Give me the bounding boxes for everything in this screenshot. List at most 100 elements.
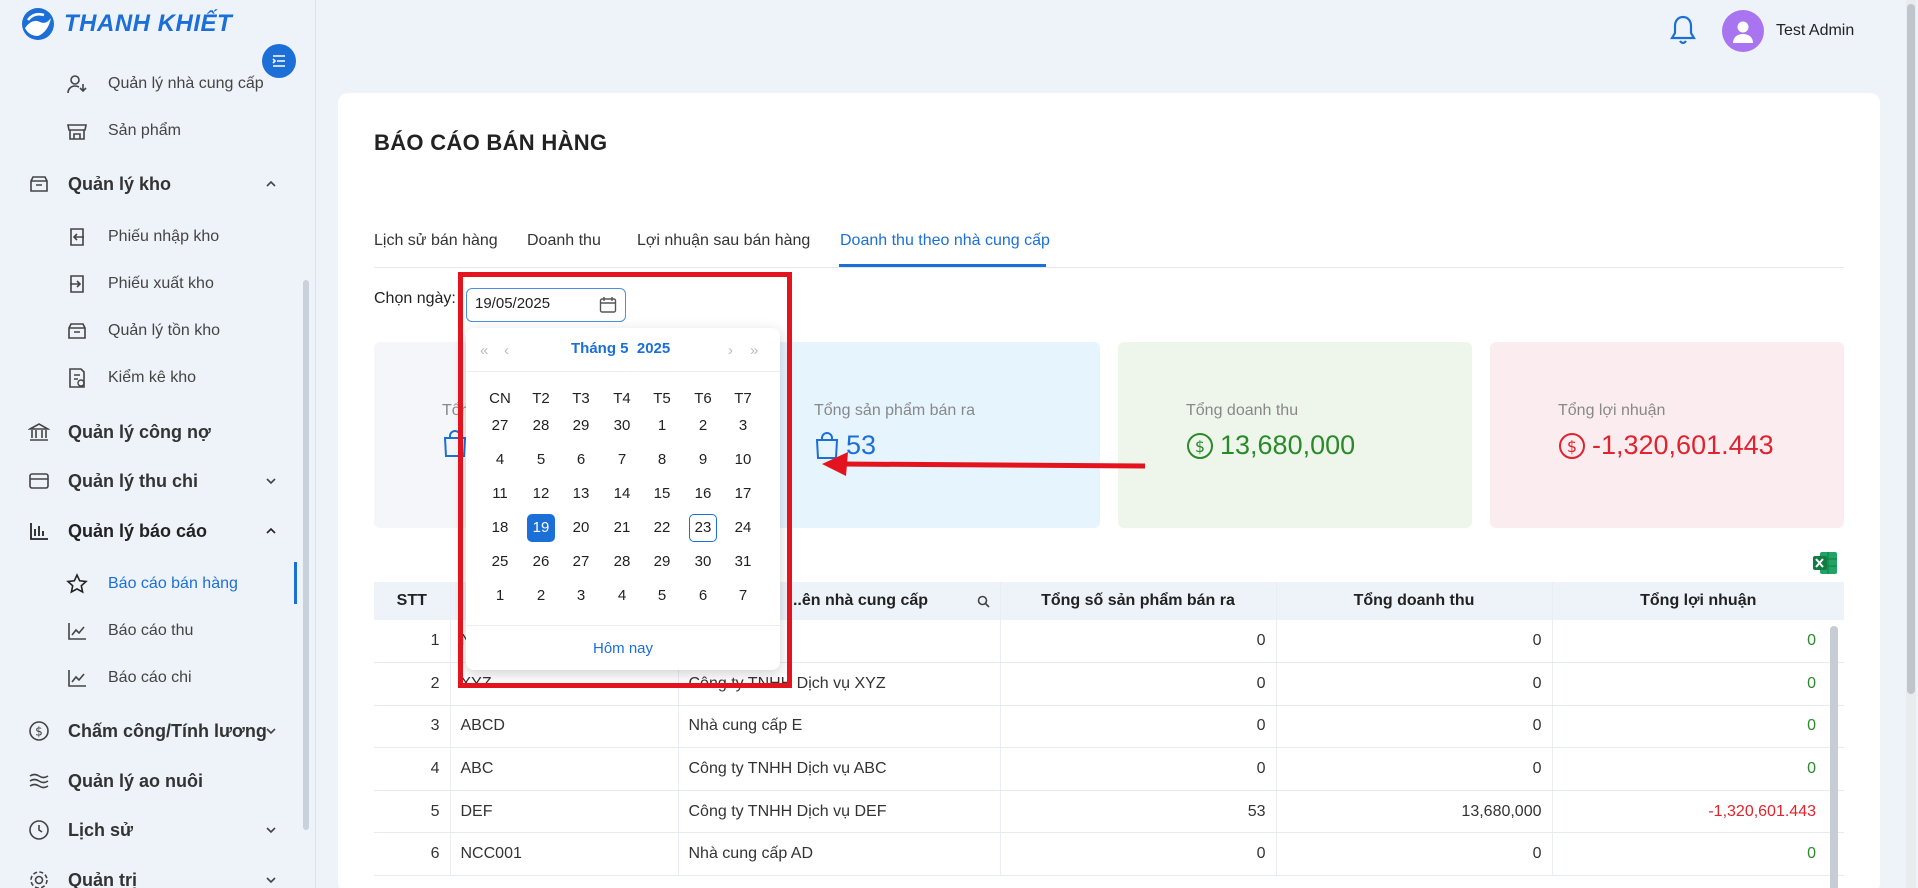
sidebar-item-debt[interactable]: Quản lý công nợ (0, 412, 296, 452)
user-icon (1733, 21, 1753, 43)
excel-export-icon[interactable] (1812, 551, 1838, 575)
cell-supplier-name: Công ty TNHH Dịch vụ ABC (677, 747, 1000, 791)
table-row[interactable]: 5 DEF Công ty TNHH Dịch vụ DEF 53 13,680… (374, 790, 1844, 834)
cell-revenue: 0 (1275, 620, 1552, 664)
col-header-profit: Tổng lợi nhuận (1551, 582, 1844, 620)
user-avatar[interactable] (1722, 10, 1764, 52)
stat-card-total-revenue: Tổng doanh thu $ 13,680,000 (1118, 342, 1472, 528)
tab-revenue-by-supplier[interactable]: Doanh thu theo nhà cung cấp (840, 232, 1050, 250)
dollar-circle-icon: $ (1187, 432, 1213, 459)
sidebar-item-stocktake[interactable]: Kiểm kê kho (0, 358, 296, 398)
svg-text:$: $ (1567, 437, 1577, 456)
user-name[interactable]: Test Admin (1776, 22, 1854, 40)
tab-sales-history[interactable]: Lịch sử bán hàng (374, 232, 498, 250)
sidebar-item-history[interactable]: Lịch sử (0, 810, 296, 850)
cell-profit: 0 (1551, 747, 1844, 791)
search-icon[interactable] (977, 595, 990, 608)
sidebar-item-label: Báo cáo thu (108, 622, 194, 639)
dollar-icon: $ (28, 720, 50, 742)
col-header-label: ...ên nhà cung cấp (788, 592, 929, 609)
tab-profit-after-sales[interactable]: Lợi nhuận sau bán hàng (637, 232, 810, 250)
sidebar-item-ponds[interactable]: Quản lý ao nuôi (0, 761, 296, 801)
warehouse-icon (28, 173, 50, 195)
logo-wave-icon (22, 8, 54, 40)
table-row[interactable]: 3 ABCD Nhà cung cấp E 0 0 0 (374, 705, 1844, 749)
cell-profit: 0 (1551, 832, 1844, 877)
stat-value-row: $ -1,320,601.443 (1558, 430, 1774, 461)
page-scrollbar[interactable] (1906, 0, 1916, 888)
cell-code: ABCD (449, 705, 678, 749)
cell-products-sold: 0 (999, 620, 1276, 664)
table-row[interactable]: 4 ABC Công ty TNHH Dịch vụ ABC 0 0 0 (374, 747, 1844, 791)
svg-text:$: $ (35, 725, 43, 739)
cell-revenue: 13,680,000 (1275, 790, 1552, 834)
sidebar-item-inventory[interactable]: Quản lý tồn kho (0, 311, 296, 351)
cell-revenue: 0 (1275, 662, 1552, 706)
chevron-down-icon (266, 728, 276, 735)
sidebar-item-suppliers[interactable]: Quản lý nhà cung cấp (0, 64, 296, 104)
sidebar-item-label: Kiểm kê kho (108, 369, 197, 386)
cell-profit: 0 (1551, 705, 1844, 749)
sidebar-item-label: Sản phẩm (108, 122, 181, 139)
page-scroll-thumb[interactable] (1907, 4, 1915, 694)
active-indicator (294, 562, 297, 604)
sidebar-item-label: Phiếu xuất kho (108, 275, 214, 292)
cell-stt: 2 (374, 662, 450, 706)
cell-stt: 3 (374, 705, 450, 749)
cell-products-sold: 0 (999, 832, 1276, 877)
cell-stt: 4 (374, 747, 450, 791)
cell-code: DEF (449, 790, 678, 834)
bar-chart-icon (28, 520, 50, 542)
stat-value: -1,320,601.443 (1592, 430, 1774, 460)
cell-supplier-name: Nhà cung cấp AD (677, 832, 1000, 877)
tab-revenue[interactable]: Doanh thu (527, 232, 601, 250)
notification-bell-icon[interactable] (1668, 14, 1698, 48)
cell-code: ABC (449, 747, 678, 791)
import-icon (66, 226, 88, 248)
table-scrollbar[interactable] (1830, 626, 1838, 888)
sidebar-item-reports[interactable]: Quản lý báo cáo (0, 511, 296, 551)
sidebar-item-warehouse[interactable]: Quản lý kho (0, 164, 296, 204)
sidebar-item-products[interactable]: Sản phẩm (0, 111, 296, 151)
page-title: BÁO CÁO BÁN HÀNG (374, 130, 608, 155)
stat-value-row: $ 13,680,000 (1186, 430, 1355, 461)
line-chart-icon (66, 667, 88, 689)
col-header-stt: STT (374, 582, 450, 620)
sidebar-item-label: Quản lý kho (68, 173, 172, 194)
cell-products-sold: 0 (999, 705, 1276, 749)
sidebar-item-payroll[interactable]: $ Chấm công/Tính lương (0, 711, 296, 751)
sidebar-item-label: Quản lý tồn kho (108, 322, 221, 339)
cell-products-sold: 0 (999, 747, 1276, 791)
cell-profit: 0 (1551, 662, 1844, 706)
brand-logo[interactable]: THANH KHIẾT (20, 4, 232, 44)
date-label: Chọn ngày: (374, 290, 456, 307)
annotation-arrow-icon (822, 452, 1146, 476)
sidebar-item-label: Quản lý công nợ (68, 421, 211, 442)
stat-value: 13,680,000 (1220, 430, 1356, 460)
chevron-up-icon (266, 527, 276, 534)
cell-products-sold: 53 (999, 790, 1276, 834)
cell-revenue: 0 (1275, 747, 1552, 791)
sidebar-item-label: Quản lý báo cáo (68, 520, 208, 541)
sidebar-scrollbar[interactable] (303, 280, 309, 830)
cell-supplier-name: Công ty TNHH Dịch vụ DEF (677, 790, 1000, 834)
export-icon (66, 273, 88, 295)
table-row[interactable]: 6 NCC001 Nhà cung cấp AD 0 0 0 (374, 832, 1844, 877)
sidebar-item-sales-report[interactable]: Báo cáo bán hàng (0, 564, 296, 604)
sidebar-item-label: Quản trị (68, 869, 138, 888)
dollar-circle-icon: $ (1559, 432, 1585, 459)
chevron-down-icon (266, 478, 276, 485)
gear-icon (28, 869, 50, 888)
sidebar-item-revenue-report[interactable]: Báo cáo thu (0, 611, 296, 651)
chevron-up-icon (266, 180, 276, 187)
sidebar-item-label: Quản lý thu chi (68, 470, 199, 491)
sidebar-item-export-receipt[interactable]: Phiếu xuất kho (0, 264, 296, 304)
stat-card-products-sold: Tổng sản phẩm bán ra 53 (746, 342, 1100, 528)
sidebar-item-expense-report[interactable]: Báo cáo chi (0, 658, 296, 698)
sidebar-item-import-receipt[interactable]: Phiếu nhập kho (0, 217, 296, 257)
sidebar-item-admin[interactable]: Quản trị (0, 860, 296, 888)
stat-label: Tổng sản phẩm bán ra (814, 402, 975, 419)
store-icon (66, 120, 88, 142)
sidebar-item-income-expense[interactable]: Quản lý thu chi (0, 461, 296, 501)
chevron-down-icon (266, 877, 276, 884)
